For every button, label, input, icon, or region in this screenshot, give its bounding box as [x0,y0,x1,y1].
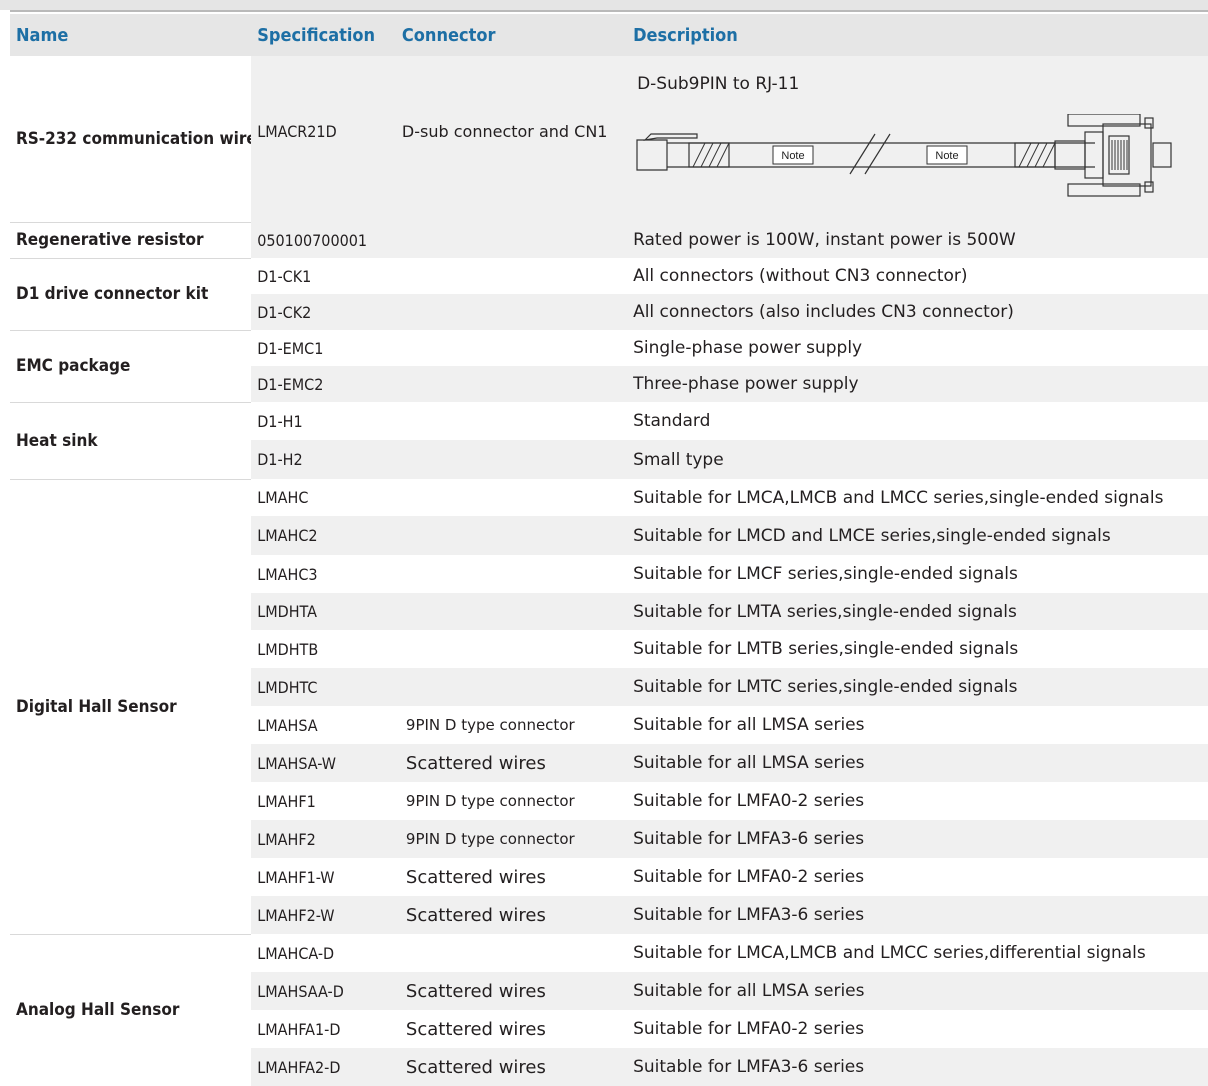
table-row: EMC package D1-EMC1 Single-phase power sup… [10,329,1208,402]
row-spec: D1-EMC1 [251,330,396,366]
row-description: Suitable for LMFA0-2 series [627,1010,1208,1048]
accessories-table: Name Specification Connector Description… [10,14,1208,1086]
row-spec: LMAHSA-W [251,744,396,782]
row-spec: D1-H2 [251,440,396,479]
row-spec: LMAHSAA-D [251,972,396,1010]
row-spec: LMAHF2 [251,820,396,858]
row-spec: LMDHTA [251,593,396,630]
row-spec: LMAHSA [251,706,396,744]
row-description: Suitable for LMFA0-2 series [627,782,1208,820]
cable-note-right: Note [935,150,958,162]
header-description: Description [627,14,1208,56]
row-connector: 9PIN D type connector [395,782,628,820]
row-description: Suitable for all LMSA series [627,706,1208,744]
row-description: Suitable for LMCF series,single-ended si… [627,555,1208,593]
row-description: Suitable for LMTC series,single-ended si… [627,668,1208,706]
row-description: All connectors (also includes CN3 connec… [627,294,1208,330]
row-spec: LMAHF1-W [251,858,396,896]
row-connector [395,516,628,555]
row-name: Regenerative resistor [10,221,252,258]
row-spec: 050100700001 [251,222,396,258]
row-spec: LMACR21D [251,56,396,222]
row-connector: 9PIN D type connector [395,706,628,744]
row-description: Suitable for LMCD and LMCE series,single… [627,516,1208,555]
row-connector [395,294,628,330]
row-description-cable: D-Sub9PIN to RJ-11 Note Note [627,56,1208,222]
row-description: Suitable for all LMSA series [627,744,1208,782]
row-description: Suitable for LMFA3-6 series [627,820,1208,858]
row-name: D1 drive connector kit [10,257,252,330]
row-connector: Scattered wires [395,1010,628,1048]
row-name: Analog Hall Sensor [10,933,252,1086]
row-connector: Scattered wires [395,1048,628,1086]
row-spec: LMAHF2-W [251,896,396,934]
row-connector: Scattered wires [395,858,628,896]
row-connector [395,555,628,593]
header-specification: Specification [251,14,396,56]
row-spec: D1-CK2 [251,294,396,330]
row-description: Suitable for LMFA0-2 series [627,858,1208,896]
row-description: Standard [627,402,1208,440]
row-description: Suitable for LMTB series,single-ended si… [627,630,1208,668]
row-spec: LMAHF1 [251,782,396,820]
table-header-row: Name Specification Connector Description [10,14,1208,56]
cable-title: D-Sub9PIN to RJ-11 [637,74,800,94]
row-spec: LMAHC2 [251,516,396,555]
row-description: Rated power is 100W, instant power is 50… [627,222,1208,258]
row-connector: Scattered wires [395,972,628,1010]
row-connector [395,440,628,479]
row-connector [395,668,628,706]
cable-diagram-icon: Note Note [636,114,1172,197]
row-connector [395,258,628,294]
row-connector [395,479,628,516]
row-description: Single-phase power supply [627,330,1208,366]
table-body: Regenerative resistor 050100700001 Rated p… [10,221,1208,1086]
table-row: Heat sink D1-H1 Standard [10,401,1208,479]
row-spec: LMAHFA2-D [251,1048,396,1086]
table-row-rs232: RS-232 communication wire LMACR21D D-sub… [10,56,1208,222]
row-description: Suitable for LMCA,LMCB and LMCC series,d… [627,934,1208,972]
row-description: Suitable for LMFA3-6 series [627,1048,1208,1086]
row-spec: D1-H1 [251,402,396,440]
top-rule [10,10,1208,12]
header-connector: Connector [395,14,628,56]
row-spec: D1-EMC2 [251,366,396,402]
table-row: Digital Hall Sensor LMAHC Suitable for LMC… [10,478,1208,934]
table-row: Analog Hall Sensor LMAHCA-D Suitable for L… [10,933,1208,1086]
cable-note-left: Note [781,150,804,162]
row-description: Suitable for all LMSA series [627,972,1208,1010]
row-description: Small type [627,440,1208,479]
row-spec: LMAHCA-D [251,934,396,972]
row-spec: D1-CK1 [251,258,396,294]
table-row: Regenerative resistor 050100700001 Rated p… [10,221,1208,258]
row-description: Three-phase power supply [627,366,1208,402]
row-connector [395,934,628,972]
row-spec: LMAHFA1-D [251,1010,396,1048]
row-spec: LMAHC [251,479,396,516]
row-connector: Scattered wires [395,744,628,782]
row-connector [395,630,628,668]
row-name: RS-232 communication wire [10,56,252,222]
row-name: EMC package [10,329,252,402]
row-spec: LMAHC3 [251,555,396,593]
row-connector [395,222,628,258]
header-name: Name [10,14,252,56]
top-band [0,0,1208,10]
row-spec: LMDHTC [251,668,396,706]
row-connector: D-sub connector and CN1 [395,56,628,222]
row-name: Heat sink [10,401,252,479]
row-spec: LMDHTB [251,630,396,668]
row-connector: 9PIN D type connector [395,820,628,858]
row-description: Suitable for LMFA3-6 series [627,896,1208,934]
row-connector [395,593,628,630]
row-description: Suitable for LMCA,LMCB and LMCC series,s… [627,479,1208,516]
row-description: Suitable for LMTA series,single-ended si… [627,593,1208,630]
row-connector: Scattered wires [395,896,628,934]
row-name: Digital Hall Sensor [10,478,252,934]
row-connector [395,366,628,402]
table-row: D1 drive connector kit D1-CK1 All connecto… [10,257,1208,330]
row-description: All connectors (without CN3 connector) [627,258,1208,294]
row-connector [395,330,628,366]
row-connector [395,402,628,440]
